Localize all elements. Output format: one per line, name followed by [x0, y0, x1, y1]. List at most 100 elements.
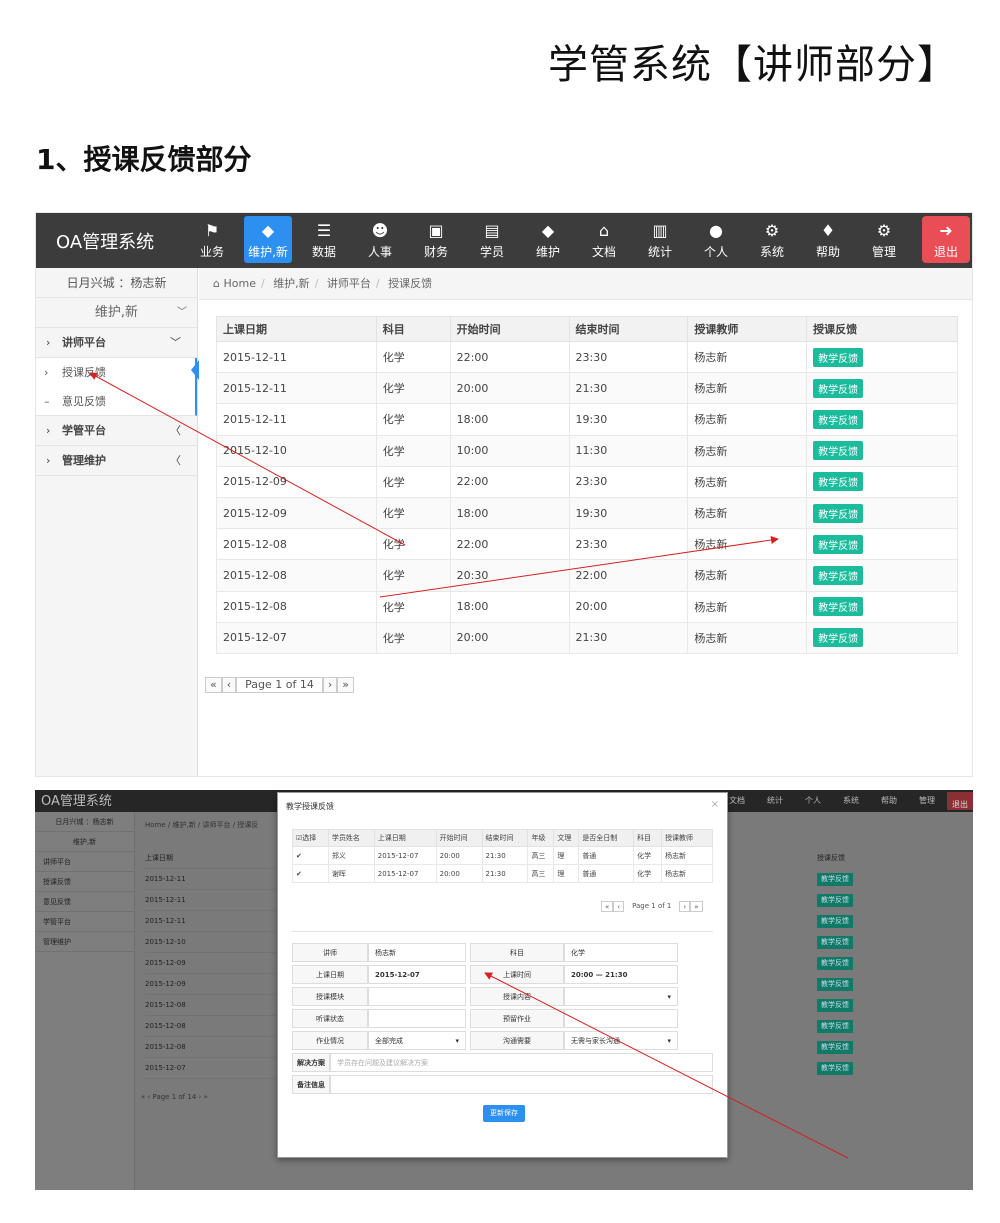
- feedback-button[interactable]: 教学反馈: [813, 534, 864, 554]
- breadcrumb-item[interactable]: 讲师平台: [327, 277, 371, 290]
- table-cell: 教学反馈: [806, 434, 958, 467]
- table-cell: 21:30: [481, 864, 529, 883]
- save-button[interactable]: 更新保存: [483, 1105, 525, 1122]
- sidebar-item-label: 意见反馈: [62, 395, 106, 408]
- breadcrumb-item[interactable]: 维护,新: [273, 277, 310, 290]
- nav-item-label: 维护,新: [248, 245, 288, 259]
- sidebar-group-student-mgmt[interactable]: › 学管平台 〈: [36, 416, 197, 446]
- nav-item-7[interactable]: ◆ 维护: [524, 216, 572, 263]
- table-cell: 2015-12-08: [216, 590, 377, 623]
- feedback-button[interactable]: 教学反馈: [813, 503, 864, 523]
- next-page-button[interactable]: ›: [679, 901, 691, 912]
- comm-select[interactable]: 无需与家长沟通 ▾: [564, 1031, 678, 1050]
- homework-select[interactable]: 全部完成 ▾: [368, 1031, 466, 1050]
- teacher-value: 杨志新: [368, 943, 466, 962]
- preview-input[interactable]: [564, 1009, 678, 1028]
- table-cell: 2015-12-08: [216, 559, 377, 592]
- time-label: 上课时间: [470, 965, 564, 984]
- column-header: 学员姓名: [327, 829, 375, 847]
- nav-item-8[interactable]: ⌂ 文档: [580, 216, 628, 263]
- table-cell: 2015-12-07: [373, 864, 437, 883]
- table-cell: 普通: [578, 864, 635, 883]
- user-icon: ●: [709, 221, 723, 240]
- app-brand[interactable]: OA管理系统: [56, 228, 154, 254]
- nav-item-13[interactable]: ⚙ 管理: [860, 216, 908, 263]
- nav-item-10[interactable]: ● 个人: [692, 216, 740, 263]
- nav-item-label: 个人: [703, 245, 728, 259]
- nav-item-4[interactable]: ☻ 人事: [356, 216, 404, 263]
- feedback-button[interactable]: 教学反馈: [813, 565, 864, 585]
- dimmed-feedback-button: 教学反馈: [817, 957, 853, 970]
- feedback-button[interactable]: 教学反馈: [813, 597, 864, 617]
- nav-item-5[interactable]: ▣ 财务: [412, 216, 460, 263]
- listen-input[interactable]: [368, 1009, 466, 1028]
- cogs-icon: ⚙: [764, 221, 780, 240]
- nav-item-1[interactable]: ⚑ 业务: [188, 216, 236, 263]
- nav-item-9[interactable]: ▥ 统计: [636, 216, 684, 263]
- nav-item-3[interactable]: ☰ 数据: [300, 216, 348, 263]
- table-cell: 2015-12-07: [216, 621, 377, 654]
- sidebar-group-maintenance[interactable]: › 管理维护 〈: [36, 446, 197, 476]
- nav-item-label: 学员: [479, 245, 504, 259]
- feedback-button[interactable]: 教学反馈: [813, 472, 864, 492]
- nav-item-12[interactable]: ♦ 帮助: [804, 216, 852, 263]
- module-input[interactable]: [368, 987, 466, 1006]
- table-cell: 杨志新: [661, 846, 713, 865]
- feedback-button[interactable]: 教学反馈: [813, 441, 864, 461]
- nav-item-6[interactable]: ▤ 学员: [468, 216, 516, 263]
- homework-select-value: 全部完成: [375, 1037, 403, 1045]
- feedback-button[interactable]: 教学反馈: [813, 378, 864, 398]
- next-page-button[interactable]: ›: [322, 677, 338, 693]
- remark-input[interactable]: [330, 1075, 713, 1094]
- table-cell: 理: [553, 864, 580, 883]
- sidebar-section-title[interactable]: 维护,新 ﹀: [36, 298, 197, 328]
- table-row: 2015-12-09 化学 18:00 19:30 杨志新 教学反馈: [216, 496, 958, 530]
- table-cell: 杨志新: [687, 340, 808, 374]
- row-checkbox[interactable]: ✔: [292, 864, 329, 883]
- first-page-button[interactable]: «: [205, 677, 222, 693]
- nav-item-label: 文档: [591, 245, 616, 259]
- nav-item-14[interactable]: ➜ 退出: [922, 216, 970, 263]
- column-header: 结束时间: [568, 316, 689, 342]
- row-checkbox[interactable]: ✔: [292, 846, 329, 865]
- nav-item-2[interactable]: ◆ 维护,新: [244, 216, 292, 263]
- content-select[interactable]: ▾: [564, 987, 678, 1006]
- nav-item-label: 帮助: [815, 245, 840, 259]
- table-cell: 化学: [633, 864, 663, 883]
- dimmed-feedback-cell: 教学反馈: [817, 974, 973, 995]
- table-cell: 18:00: [449, 403, 570, 436]
- app-brand: OA管理系统: [41, 794, 112, 809]
- last-page-button[interactable]: »: [690, 901, 703, 912]
- close-icon[interactable]: ×: [711, 799, 719, 810]
- feedback-button[interactable]: 教学反馈: [813, 628, 864, 648]
- listen-label: 听课状态: [292, 1009, 368, 1028]
- table-cell: 20:00: [449, 621, 570, 654]
- table-cell: 化学: [375, 403, 451, 436]
- table-cell: 22:00: [568, 559, 689, 592]
- table-cell: 教学反馈: [806, 590, 958, 623]
- table-row: 2015-12-11 化学 20:00 21:30 杨志新 教学反馈: [216, 372, 958, 405]
- dimmed-nav-item: 文档: [729, 796, 745, 805]
- feedback-button[interactable]: 教学反馈: [813, 409, 864, 429]
- column-header: 科目: [375, 316, 451, 342]
- column-header: 年级: [527, 829, 555, 847]
- first-page-button[interactable]: «: [601, 901, 614, 912]
- table-cell: 教学反馈: [806, 403, 958, 436]
- feedback-button[interactable]: 教学反馈: [813, 347, 864, 367]
- table-cell: 杨志新: [687, 465, 808, 498]
- sidebar-item-opinion[interactable]: – 意见反馈: [36, 387, 197, 416]
- last-page-button[interactable]: »: [337, 677, 354, 693]
- breadcrumb-home[interactable]: Home: [223, 277, 255, 290]
- nav-item-11[interactable]: ⚙ 系统: [748, 216, 796, 263]
- sidebar-item-feedback[interactable]: › 授课反馈: [36, 358, 197, 387]
- prev-page-button[interactable]: ‹: [221, 677, 237, 693]
- table-cell: 22:00: [449, 340, 570, 374]
- dimmed-date-cell: 2015-12-10: [145, 932, 285, 953]
- sidebar-group-teacher[interactable]: › 讲师平台 ﹀: [36, 328, 197, 358]
- homework-label: 作业情况: [292, 1031, 368, 1050]
- solution-textarea[interactable]: 学员存在问题及建议解决方案: [330, 1053, 713, 1072]
- prev-page-button[interactable]: ‹: [613, 901, 625, 912]
- table-cell: 19:30: [568, 496, 689, 530]
- sidebar: 日月兴城 ：杨志新 维护,新 ﹀ › 讲师平台 ﹀ › 授课反馈 – 意见反馈 …: [36, 268, 198, 776]
- dimmed-date-cell: 2015-12-11: [145, 911, 285, 932]
